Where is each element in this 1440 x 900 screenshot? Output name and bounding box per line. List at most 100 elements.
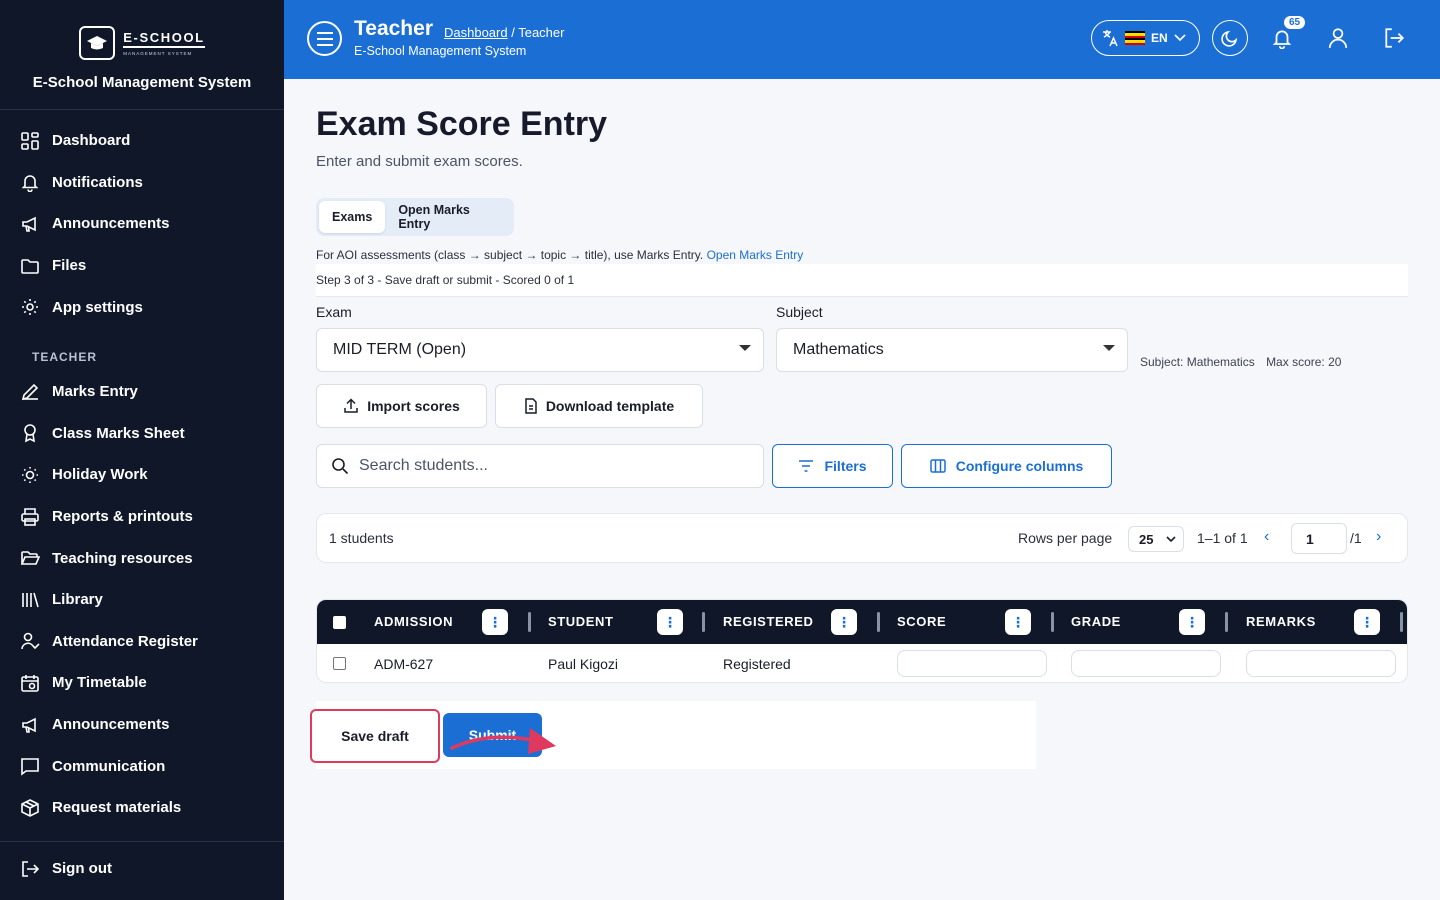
menu-toggle-button[interactable]: [307, 21, 342, 56]
exam-select[interactable]: MID TERM (Open): [316, 328, 764, 372]
search-box: [316, 444, 764, 488]
exam-label: Exam: [316, 304, 352, 320]
sidebar: E-SCHOOL MANAGEMENT SYSTEM E-School Mana…: [0, 0, 284, 900]
package-icon: [21, 798, 39, 817]
column-resize-handle[interactable]: [1225, 612, 1228, 632]
grade-input[interactable]: [1071, 650, 1221, 677]
sidebar-item-label: Marks Entry: [52, 383, 138, 401]
next-page-icon[interactable]: ›: [1376, 528, 1381, 546]
column-resize-handle[interactable]: [1400, 612, 1403, 632]
column-menu-icon[interactable]: ⋮: [482, 609, 508, 635]
column-menu-icon[interactable]: ⋮: [1354, 609, 1380, 635]
max-score: Max score: 20: [1266, 355, 1342, 369]
column-header-registered[interactable]: REGISTERED: [723, 614, 814, 629]
calendar-icon: [21, 674, 39, 692]
row-checkbox[interactable]: [333, 657, 346, 670]
import-scores-label: Import scores: [367, 398, 460, 414]
sidebar-item-label: Class Marks Sheet: [52, 424, 185, 442]
score-input[interactable]: [897, 650, 1047, 677]
column-resize-handle[interactable]: [1051, 612, 1054, 632]
column-menu-icon[interactable]: ⋮: [657, 609, 683, 635]
page-subtitle: Enter and submit exam scores.: [316, 153, 523, 170]
sidebar-item-teaching-resources[interactable]: Teaching resources: [0, 537, 284, 579]
sidebar-item-library[interactable]: Library: [0, 579, 284, 621]
select-all-checkbox[interactable]: [333, 616, 346, 629]
theme-toggle-button[interactable]: [1212, 20, 1248, 56]
sidebar-item-marks-entry[interactable]: Marks Entry: [0, 371, 284, 413]
language-code: EN: [1151, 31, 1168, 45]
sidebar-item-attendance-register[interactable]: Attendance Register: [0, 621, 284, 663]
user-icon: [1328, 28, 1348, 49]
sidebar-item-holiday-work[interactable]: Holiday Work: [0, 454, 284, 496]
filters-button[interactable]: Filters: [772, 444, 893, 488]
moon-icon: [1221, 30, 1238, 47]
column-resize-handle[interactable]: [702, 612, 705, 632]
main-nav: Dashboard Notifications Announcements Fi…: [0, 120, 284, 328]
pencil-icon: [21, 383, 39, 400]
uganda-flag-icon: [1125, 31, 1145, 45]
column-header-score[interactable]: SCORE: [897, 614, 946, 629]
rows-per-page-select[interactable]: 25: [1128, 526, 1184, 552]
bell-icon: [21, 175, 39, 193]
page-number-input[interactable]: 1: [1291, 523, 1347, 554]
column-header-admission[interactable]: ADMISSION: [374, 614, 453, 629]
column-resize-handle[interactable]: [528, 612, 531, 632]
prev-page-icon[interactable]: ‹: [1264, 528, 1269, 546]
caret-down-icon: [1103, 345, 1115, 351]
search-input[interactable]: [359, 457, 739, 475]
subject-select[interactable]: Mathematics: [776, 328, 1128, 372]
sidebar-item-label: Teaching resources: [52, 549, 193, 567]
logout-button[interactable]: [1381, 25, 1407, 51]
column-header-remarks[interactable]: REMARKS: [1246, 614, 1316, 629]
column-menu-icon[interactable]: ⋮: [831, 609, 857, 635]
sidebar-item-reports-printouts[interactable]: Reports & printouts: [0, 496, 284, 538]
sidebar-item-communication[interactable]: Communication: [0, 745, 284, 787]
configure-columns-button[interactable]: Configure columns: [901, 444, 1112, 488]
sidebar-item-announcements[interactable]: Announcements: [0, 203, 284, 245]
cell-student: Paul Kigozi: [548, 656, 619, 672]
download-template-button[interactable]: Download template: [495, 384, 703, 428]
sign-out-button[interactable]: Sign out: [0, 848, 284, 890]
sidebar-item-label: Announcements: [52, 716, 170, 734]
page-total: /1: [1350, 530, 1362, 546]
sidebar-item-dashboard[interactable]: Dashboard: [0, 120, 284, 162]
language-selector[interactable]: EN: [1091, 20, 1200, 56]
search-icon: [332, 458, 349, 475]
save-draft-button[interactable]: Save draft: [310, 709, 440, 763]
remarks-input[interactable]: [1246, 650, 1396, 677]
award-icon: [24, 424, 36, 443]
open-marks-entry-link[interactable]: Open Marks Entry: [707, 248, 804, 262]
student-count: 1 students: [329, 530, 394, 546]
profile-button[interactable]: [1325, 25, 1351, 51]
column-header-grade[interactable]: GRADE: [1071, 614, 1121, 629]
printer-icon: [21, 507, 39, 526]
sidebar-item-files[interactable]: Files: [0, 245, 284, 287]
sidebar-item-my-timetable[interactable]: My Timetable: [0, 662, 284, 704]
graduation-cap-icon: [79, 26, 116, 60]
page-title: Exam Score Entry: [316, 105, 608, 143]
sidebar-item-class-marks-sheet[interactable]: Class Marks Sheet: [0, 413, 284, 455]
sidebar-item-notifications[interactable]: Notifications: [0, 162, 284, 204]
column-menu-icon[interactable]: ⋮: [1005, 609, 1031, 635]
column-resize-handle[interactable]: [877, 612, 880, 632]
column-header-student[interactable]: STUDENT: [548, 614, 614, 629]
sidebar-item-announcements-teacher[interactable]: Announcements: [0, 704, 284, 746]
top-header: Teacher Dashboard / Teacher E-School Man…: [284, 0, 1440, 79]
sidebar-item-app-settings[interactable]: App settings: [0, 286, 284, 328]
header-title: Teacher: [354, 17, 433, 40]
sign-out-area: Sign out: [0, 841, 284, 890]
logo-title: E-SCHOOL: [123, 30, 205, 48]
sidebar-item-request-materials[interactable]: Request materials: [0, 787, 284, 829]
library-icon: [22, 592, 39, 607]
sun-icon: [22, 466, 38, 483]
breadcrumb-dashboard-link[interactable]: Dashboard: [444, 25, 508, 40]
column-menu-icon[interactable]: ⋮: [1179, 609, 1205, 635]
logo-area: E-SCHOOL MANAGEMENT SYSTEM E-School Mana…: [0, 0, 284, 110]
page-range: 1–1 of 1: [1197, 530, 1248, 546]
import-scores-button[interactable]: Import scores: [316, 384, 487, 428]
tab-open-marks-entry[interactable]: Open Marks Entry: [385, 201, 511, 233]
sidebar-item-label: My Timetable: [52, 674, 147, 692]
sidebar-item-label: Announcements: [52, 215, 170, 233]
tab-exams[interactable]: Exams: [319, 201, 386, 233]
dashboard-icon: [21, 131, 39, 150]
